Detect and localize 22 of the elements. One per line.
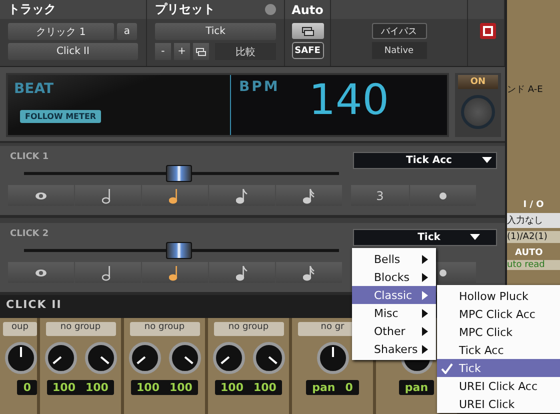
pan-value: pan xyxy=(404,381,428,394)
pan-value: 100 xyxy=(220,381,244,394)
native-label: Native xyxy=(372,42,426,59)
send-label: ンド A-E xyxy=(507,84,544,96)
track-label: トラック xyxy=(0,0,146,19)
auto-label: Auto xyxy=(285,0,330,19)
pan-value: 100 xyxy=(86,381,108,394)
preset-label: プリセット xyxy=(155,1,215,18)
pan-value: 100 xyxy=(170,381,192,394)
bpm-label: BPM xyxy=(239,79,280,97)
click-label: CLICK 2 xyxy=(10,229,50,239)
beat-label: BEAT xyxy=(14,81,55,97)
pan-value: pan xyxy=(312,381,336,394)
pan-value: 100 xyxy=(254,381,276,394)
io-label: I / O xyxy=(522,200,545,210)
pan-value: 100 xyxy=(136,381,160,394)
pan-value: 100 xyxy=(52,381,76,394)
automation-label: AUTO xyxy=(514,248,544,258)
bpm-value: 140 xyxy=(308,79,389,126)
pan-value: 0 xyxy=(345,381,353,394)
pan-value: 0 xyxy=(23,381,31,394)
click-label: CLICK 1 xyxy=(10,152,50,162)
